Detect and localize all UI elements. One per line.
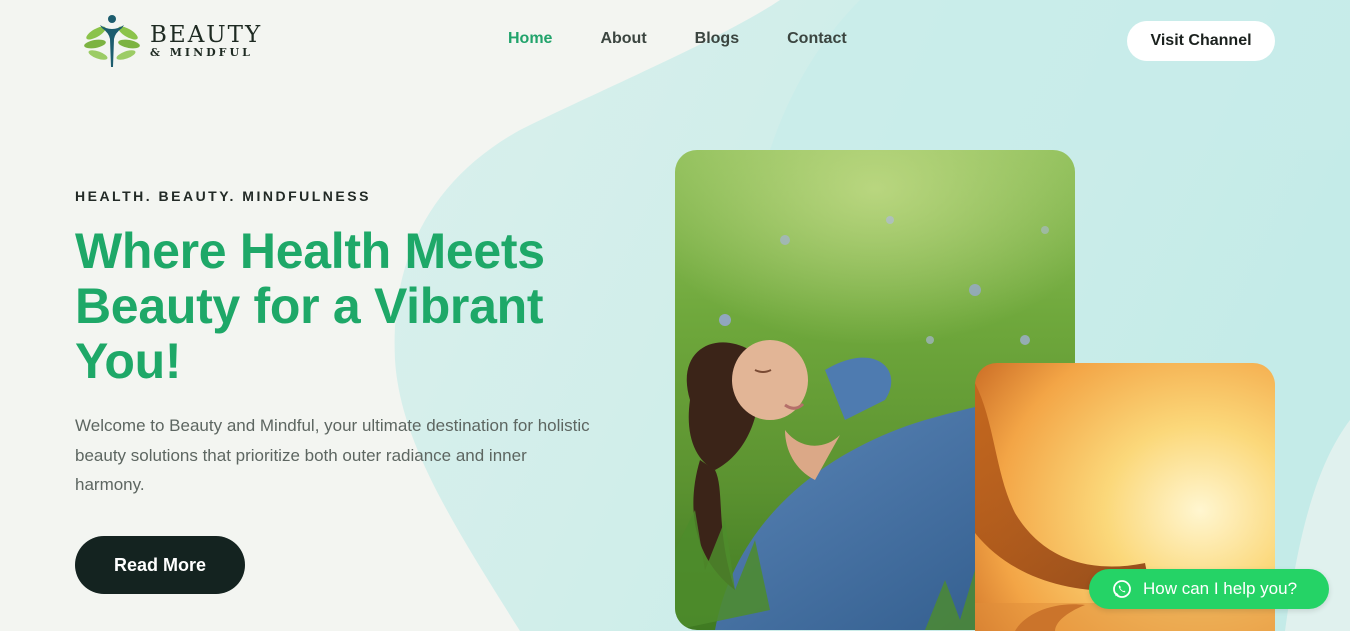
main-nav: Home About Blogs Contact [508, 30, 847, 48]
nav-item-about[interactable]: About [600, 30, 646, 48]
leaf-figure-logo-icon [84, 15, 140, 67]
chat-help-label: How can I help you? [1143, 579, 1298, 598]
nav-item-blogs[interactable]: Blogs [695, 30, 739, 48]
hero-description: Welcome to Beauty and Mindful, your ulti… [75, 416, 590, 494]
chat-help-button[interactable]: How can I help you? [1089, 569, 1329, 609]
nav-item-contact[interactable]: Contact [787, 30, 847, 48]
site-header: BEAUTY & MINDFUL Home About Blogs Contac… [0, 0, 1350, 82]
read-more-button[interactable]: Read More [75, 536, 245, 594]
nav-item-home[interactable]: Home [508, 30, 552, 48]
brand-tagline: & MINDFUL [150, 46, 253, 59]
hero-section: HEALTH. BEAUTY. MINDFULNESS Where Health… [75, 188, 615, 500]
hero-headline: Where Health Meets Beauty for a Vibrant … [75, 223, 545, 389]
whatsapp-icon [1112, 579, 1132, 599]
hero-eyebrow: HEALTH. BEAUTY. MINDFULNESS [75, 188, 371, 204]
brand-logo[interactable]: BEAUTY & MINDFUL [82, 11, 262, 71]
brand-name: BEAUTY [150, 22, 263, 48]
visit-channel-button[interactable]: Visit Channel [1127, 21, 1275, 61]
